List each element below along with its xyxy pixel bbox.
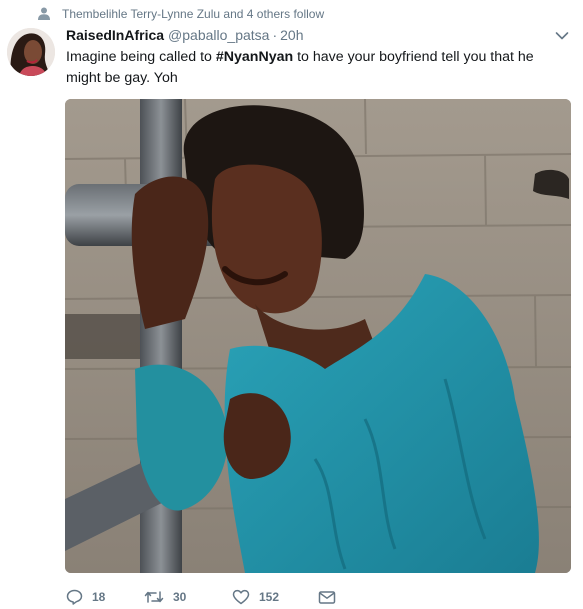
reply-count: 18 <box>92 590 106 604</box>
envelope-icon <box>318 591 336 604</box>
tweet-text-before: Imagine being called to <box>66 49 216 65</box>
like-count: 152 <box>259 590 280 604</box>
like-button[interactable]: 152 <box>232 589 318 605</box>
chevron-down-icon[interactable] <box>555 31 569 41</box>
tweet-photo[interactable] <box>65 99 571 573</box>
retweet-icon <box>144 591 164 603</box>
author-handle[interactable]: @paballo_patsa <box>168 27 269 43</box>
reply-button[interactable]: 18 <box>66 589 144 605</box>
heart-icon <box>232 589 250 605</box>
retweet-button[interactable]: 30 <box>144 589 232 605</box>
reply-icon <box>66 589 83 605</box>
retweet-count: 30 <box>173 590 187 604</box>
hashtag-link[interactable]: #NyanNyan <box>216 49 293 65</box>
tweet-text: Imagine being called to #NyanNyan to hav… <box>66 47 566 89</box>
author-name[interactable]: RaisedInAfrica <box>66 27 164 43</box>
social-context: Thembelihle Terry-Lynne Zulu and 4 other… <box>38 6 324 22</box>
person-icon <box>38 7 50 20</box>
social-context-text[interactable]: Thembelihle Terry-Lynne Zulu and 4 other… <box>62 7 324 21</box>
avatar[interactable] <box>7 28 55 76</box>
tweet-header: RaisedInAfrica @paballo_patsa · 20h <box>66 27 569 45</box>
separator-dot: · <box>272 27 278 43</box>
tweet-actions: 18 30 152 <box>66 587 345 607</box>
timestamp[interactable]: 20h <box>280 27 303 43</box>
direct-message-button[interactable] <box>318 589 345 605</box>
